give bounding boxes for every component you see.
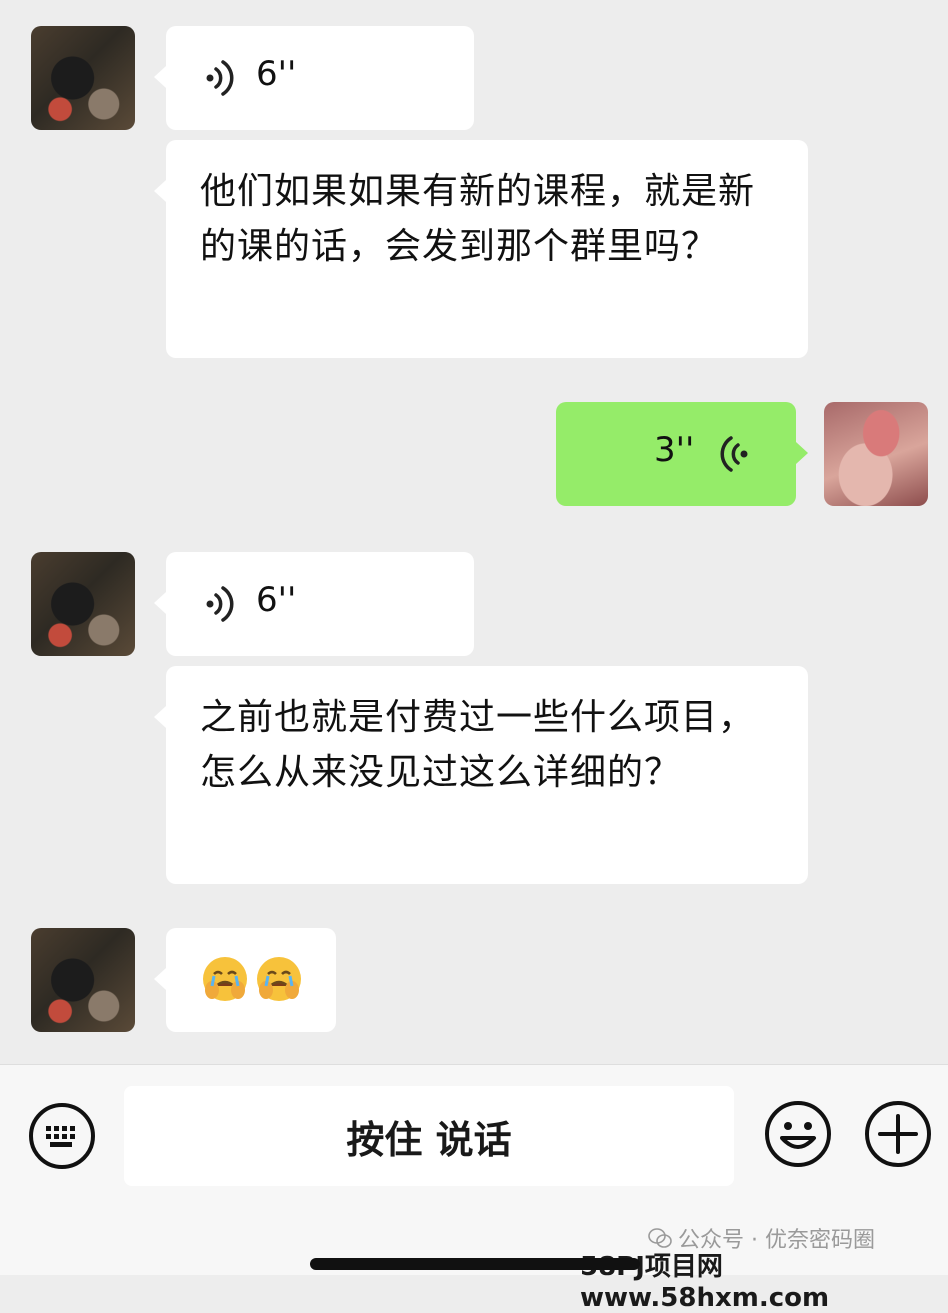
message-text: 他们如果如果有新的课程，就是新的课的话，会发到那个群里吗？ [200,171,756,267]
voice-duration: 3'' [654,430,695,470]
message-text: 之前也就是付费过一些什么项目，怎么从来没见过这么详细的？ [200,697,756,793]
contact-avatar[interactable] [31,928,135,1032]
voice-wave-icon [720,436,748,472]
face-palm-crying-emoji [203,957,247,1001]
voice-message-bubble[interactable]: 6'' [154,26,474,130]
smiley-icon[interactable] [762,1098,834,1170]
voice-duration: 6'' [256,54,297,94]
voice-wave-icon [206,586,234,622]
keyboard-icon[interactable] [26,1100,98,1172]
emoji-message-bubble[interactable] [154,928,336,1032]
text-message-bubble[interactable]: 他们如果如果有新的课程，就是新的课的话，会发到那个群里吗？ [154,140,808,358]
contact-avatar[interactable] [31,552,135,656]
voice-duration: 6'' [256,580,297,620]
hold-to-talk-button[interactable]: 按住 说话 [124,1086,734,1186]
plus-icon[interactable] [862,1098,934,1170]
text-message-bubble[interactable]: 之前也就是付费过一些什么项目，怎么从来没见过这么详细的？ [154,666,808,884]
face-palm-crying-emoji [257,957,301,1001]
home-indicator [310,1258,640,1270]
contact-avatar[interactable] [31,26,135,130]
voice-message-bubble[interactable]: 6'' [154,552,474,656]
outgoing-voice-message-bubble[interactable]: 3'' [556,402,808,506]
my-avatar[interactable] [824,402,928,506]
watermark-site: 58PJ项目网www.58hxm.com [580,1252,830,1313]
voice-wave-icon [206,60,234,96]
